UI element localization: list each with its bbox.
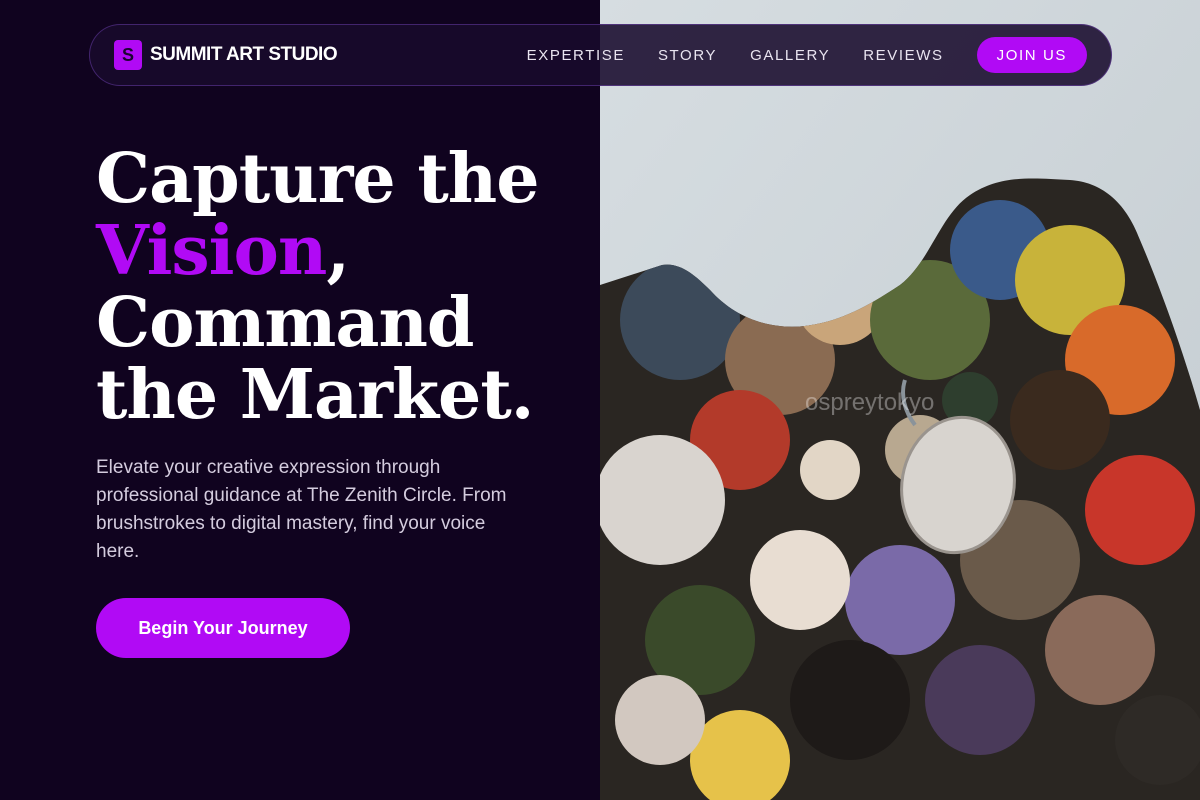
hero-headline: Capture the Vision, Command the Market.: [96, 143, 576, 431]
nav-link-reviews[interactable]: REVIEWS: [863, 47, 943, 64]
headline-line-3: Command: [96, 283, 474, 363]
headline-comma: ,: [326, 211, 350, 291]
nav-links: EXPERTISE STORY GALLERY REVIEWS JOIN US: [527, 37, 1087, 73]
brand-logo[interactable]: S SUMMIT ART STUDIO: [114, 40, 338, 70]
top-navigation: S SUMMIT ART STUDIO EXPERTISE STORY GALL…: [89, 24, 1112, 86]
brand-name: SUMMIT ART STUDIO: [150, 44, 338, 65]
headline-line-1: Capture the: [96, 139, 539, 219]
begin-journey-button[interactable]: Begin Your Journey: [96, 598, 350, 658]
nav-link-expertise[interactable]: EXPERTISE: [527, 47, 625, 64]
hero-subtitle: Elevate your creative expression through…: [96, 457, 507, 562]
nav-link-gallery[interactable]: GALLERY: [750, 47, 830, 64]
join-us-button[interactable]: JOIN US: [976, 37, 1087, 73]
palette-illustration: ospreytokyo: [600, 0, 1200, 800]
headline-line-4: the Market.: [96, 355, 534, 435]
image-watermark: ospreytokyo: [805, 389, 934, 416]
brand-mark-icon: S: [114, 40, 142, 70]
headline-accent-word: Vision: [96, 211, 327, 291]
hero-image-palette: ospreytokyo: [600, 0, 1200, 800]
nav-link-story[interactable]: STORY: [658, 47, 717, 64]
